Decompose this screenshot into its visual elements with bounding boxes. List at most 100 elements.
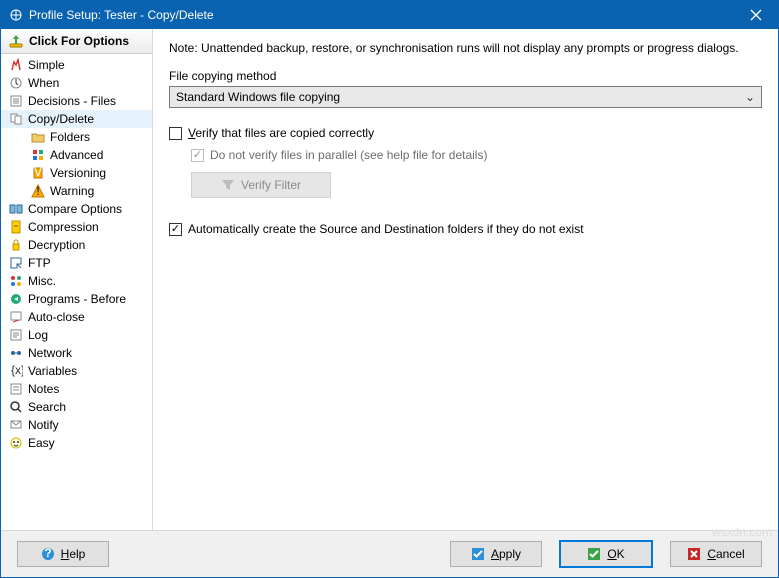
sidebar-item-compare-options[interactable]: Compare Options	[1, 200, 152, 218]
window-title: Profile Setup: Tester - Copy/Delete	[29, 8, 734, 22]
sidebar-item-auto-close[interactable]: Auto-close	[1, 308, 152, 326]
chevron-down-icon: ⌄	[745, 90, 755, 104]
sidebar-item-variables[interactable]: {x} Variables	[1, 362, 152, 380]
sidebar-item-label: Advanced	[50, 148, 103, 162]
sidebar-icon	[9, 418, 23, 432]
sidebar-item-simple[interactable]: Simple	[1, 56, 152, 74]
footer: ? Help Help Apply Apply OK OK Cancel Can…	[1, 530, 778, 577]
cancel-label: Cancel	[707, 547, 744, 561]
sidebar-icon	[9, 76, 23, 90]
verify-label: VVerify that files are copied correctlye…	[188, 126, 374, 140]
sidebar-item-label: Decryption	[28, 238, 85, 252]
note-text: Note: Unattended backup, restore, or syn…	[169, 41, 762, 55]
main-panel: Note: Unattended backup, restore, or syn…	[153, 29, 778, 530]
sidebar-icon	[9, 310, 23, 324]
options-header[interactable]: Click For Options	[1, 29, 152, 54]
sidebar-icon	[9, 220, 23, 234]
no-parallel-row: Do not verify files in parallel (see hel…	[191, 148, 762, 162]
autocreate-label: Automatically create the Source and Dest…	[188, 222, 584, 236]
sidebar-item-label: Warning	[50, 184, 94, 198]
svg-text:?: ?	[44, 547, 51, 560]
body: Click For Options Simple When Decisions - …	[1, 29, 778, 530]
sidebar-item-label: Search	[28, 400, 66, 414]
sidebar-item-label: Folders	[50, 130, 90, 144]
sidebar-tree: Simple When Decisions - Files Copy/Delete Fo…	[1, 54, 152, 530]
sidebar-item-log[interactable]: Log	[1, 326, 152, 344]
sidebar-item-label: Variables	[28, 364, 77, 378]
sidebar-icon	[9, 112, 23, 126]
help-icon: ?	[41, 547, 55, 561]
sidebar-icon	[9, 256, 23, 270]
sidebar-item-decisions-files[interactable]: Decisions - Files	[1, 92, 152, 110]
sidebar-icon	[9, 202, 23, 216]
sidebar-item-network[interactable]: Network	[1, 344, 152, 362]
copy-method-label: File copying method	[169, 69, 762, 83]
copy-method-dropdown[interactable]: Standard Windows file copying ⌄	[169, 86, 762, 108]
sidebar-item-label: Notify	[28, 418, 59, 432]
sidebar-item-label: When	[28, 76, 59, 90]
sidebar-icon	[9, 58, 23, 72]
app-icon	[9, 8, 23, 22]
sidebar-item-label: Compare Options	[28, 202, 122, 216]
apply-button[interactable]: Apply Apply	[450, 541, 542, 567]
sidebar-item-label: Network	[28, 346, 72, 360]
window: Profile Setup: Tester - Copy/Delete Clic…	[0, 0, 779, 578]
sidebar-item-ftp[interactable]: FTP	[1, 254, 152, 272]
titlebar: Profile Setup: Tester - Copy/Delete	[1, 1, 778, 29]
sidebar-item-label: Compression	[28, 220, 99, 234]
sidebar-item-misc-[interactable]: Misc.	[1, 272, 152, 290]
sidebar-icon	[9, 292, 23, 306]
sidebar-item-label: Notes	[28, 382, 59, 396]
sidebar-item-copy-delete[interactable]: Copy/Delete	[1, 110, 152, 128]
no-parallel-checkbox[interactable]	[191, 149, 204, 162]
sidebar-item-label: FTP	[28, 256, 51, 270]
sidebar-icon	[9, 436, 23, 450]
sidebar-item-label: Copy/Delete	[28, 112, 94, 126]
sidebar-icon	[31, 148, 45, 162]
svg-text:V: V	[34, 166, 42, 179]
sidebar-item-decryption[interactable]: Decryption	[1, 236, 152, 254]
verify-checkbox[interactable]	[169, 127, 182, 140]
verify-filter-button[interactable]: Verify Filter	[191, 172, 331, 198]
sidebar-item-folders[interactable]: Folders	[1, 128, 152, 146]
sidebar-icon	[31, 130, 45, 144]
sidebar-item-label: Simple	[28, 58, 65, 72]
sidebar-item-search[interactable]: Search	[1, 398, 152, 416]
ok-button[interactable]: OK OK	[560, 541, 652, 567]
sidebar-icon	[9, 274, 23, 288]
verify-filter-label: Verify Filter	[241, 178, 301, 192]
apply-icon	[471, 547, 485, 561]
sidebar-item-label: Misc.	[28, 274, 56, 288]
verify-row: VVerify that files are copied correctlye…	[169, 126, 762, 140]
sidebar-item-label: Versioning	[50, 166, 106, 180]
cancel-button[interactable]: Cancel Cancel	[670, 541, 762, 567]
sidebar-item-versioning[interactable]: V Versioning	[1, 164, 152, 182]
sidebar-icon: {x}	[9, 364, 23, 378]
sidebar-icon: V	[31, 166, 45, 180]
help-button[interactable]: ? Help Help	[17, 541, 109, 567]
sidebar-item-easy[interactable]: Easy	[1, 434, 152, 452]
sidebar-item-label: Log	[28, 328, 48, 342]
svg-text:!: !	[36, 184, 39, 198]
autocreate-checkbox[interactable]	[169, 223, 182, 236]
sidebar-item-notify[interactable]: Notify	[1, 416, 152, 434]
sidebar-item-label: Auto-close	[28, 310, 85, 324]
help-label: Help	[61, 547, 86, 561]
sidebar-item-label: Easy	[28, 436, 55, 450]
sidebar-item-label: Programs - Before	[28, 292, 126, 306]
sidebar-item-when[interactable]: When	[1, 74, 152, 92]
no-parallel-label: Do not verify files in parallel (see hel…	[210, 148, 487, 162]
close-button[interactable]	[734, 1, 778, 29]
filter-icon	[221, 178, 235, 192]
sidebar-icon	[9, 382, 23, 396]
sidebar-item-compression[interactable]: Compression	[1, 218, 152, 236]
sidebar-icon	[9, 346, 23, 360]
ok-icon	[587, 547, 601, 561]
sidebar-item-programs-before[interactable]: Programs - Before	[1, 290, 152, 308]
options-label: Click For Options	[29, 34, 129, 48]
sidebar-item-notes[interactable]: Notes	[1, 380, 152, 398]
apply-label: Apply	[491, 547, 521, 561]
sidebar-item-advanced[interactable]: Advanced	[1, 146, 152, 164]
sidebar-icon	[9, 238, 23, 252]
sidebar-item-warning[interactable]: ! Warning	[1, 182, 152, 200]
